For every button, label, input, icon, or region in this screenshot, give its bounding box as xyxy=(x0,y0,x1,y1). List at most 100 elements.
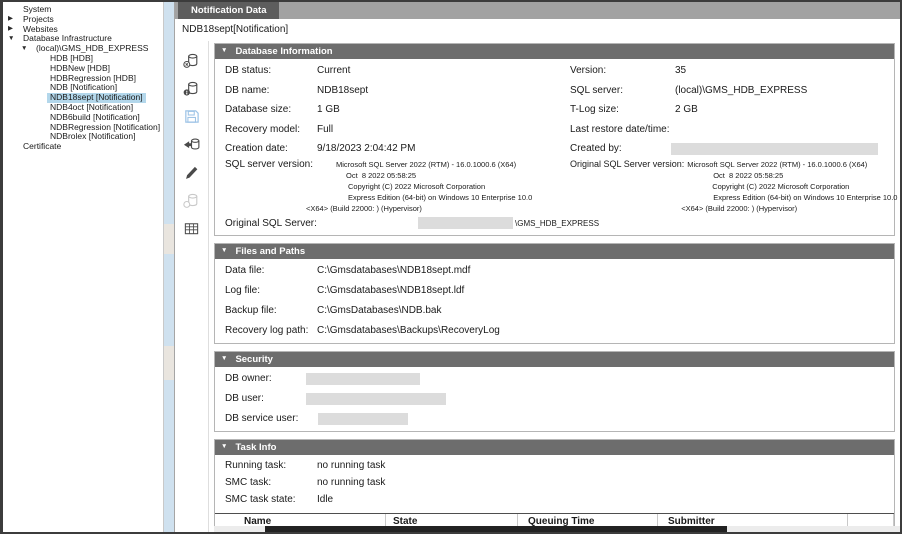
vertical-toolbar xyxy=(175,41,209,532)
files-rows: Data file:C:\Gmsdatabases\NDB18sept.mdfL… xyxy=(215,259,894,343)
version-line: Express Edition (64-bit) on Windows 10 E… xyxy=(348,192,532,203)
field-value: 9/18/2023 2:04:42 PM xyxy=(317,143,415,154)
version-line: Copyright (C) 2022 Microsoft Corporation xyxy=(348,181,532,192)
field-row: DB user: xyxy=(215,389,894,409)
section-security: ▼ Security DB owner:DB user:DB service u… xyxy=(214,351,895,432)
version-line: <X64> (Build 22000: ) (Hypervisor) xyxy=(681,203,894,214)
tab-strip: Notification Data xyxy=(175,2,900,19)
field-value: Current xyxy=(317,65,350,76)
tree-item[interactable]: Certificate xyxy=(3,142,163,152)
section-title: Task Info xyxy=(235,442,276,453)
section-header-security[interactable]: ▼ Security xyxy=(215,352,894,367)
chevron-collapsed-icon[interactable]: ▶ xyxy=(8,26,20,33)
field-value: NDB18sept xyxy=(317,85,368,96)
field-label: Recovery model: xyxy=(215,124,317,135)
field-label: Database size: xyxy=(215,104,317,115)
field-row: SMC task state:Idle xyxy=(215,491,894,508)
field-value: C:\Gmsdatabases\Backups\RecoveryLog xyxy=(317,325,500,336)
tab-notification-data[interactable]: Notification Data xyxy=(178,2,279,19)
version-line: Oct 8 2022 05:58:25 xyxy=(346,170,532,181)
section-title: Database Information xyxy=(235,46,332,57)
redacted-value xyxy=(318,413,408,425)
field-value: (local)\GMS_HDB_EXPRESS xyxy=(675,85,807,96)
field-label: Running task: xyxy=(215,460,317,471)
edit-pen-icon[interactable] xyxy=(183,164,200,181)
field-label: Log file: xyxy=(215,285,317,296)
original-sql-server-suffix: \GMS_HDB_EXPRESS xyxy=(515,219,599,228)
redacted-value xyxy=(418,217,513,229)
field-row: Log file:C:\Gmsdatabases\NDB18sept.ldf xyxy=(215,281,894,301)
horizontal-scrollbar[interactable] xyxy=(214,526,900,532)
detach-database-icon[interactable] xyxy=(183,52,200,69)
field-row: Creation date:9/18/2023 2:04:42 PM xyxy=(215,139,570,159)
field-row: Database size:1 GB xyxy=(215,100,570,120)
security-rows: DB owner:DB user:DB service user: xyxy=(215,367,894,431)
field-row: Last restore date/time: xyxy=(570,120,894,140)
field-label: DB status: xyxy=(215,65,317,76)
main-panel: Notification Data NDB18sept[Notification… xyxy=(175,2,900,532)
field-value: C:\Gmsdatabases\NDB18sept.ldf xyxy=(317,285,464,296)
field-label: Creation date: xyxy=(215,143,317,154)
section-task-info: ▼ Task Info Running task:no running task… xyxy=(214,439,895,533)
field-row: SMC task:no running task xyxy=(215,474,894,491)
section-body: DB status:CurrentDB name:NDB18septDataba… xyxy=(215,59,894,235)
chevron-expanded-icon[interactable]: ▼ xyxy=(21,46,33,53)
field-row: Created by: xyxy=(570,139,894,159)
content-area: ▼ Database Information DB status:Current… xyxy=(175,41,900,532)
field-label: SQL server version: xyxy=(215,159,317,170)
field-label: DB service user: xyxy=(215,413,317,424)
selected-object-title: NDB18sept[Notification] xyxy=(175,19,900,41)
field-value: 2 GB xyxy=(675,104,698,115)
tree-scrollbar[interactable] xyxy=(163,2,175,532)
field-row: Backup file:C:\GmsDatabases\NDB.bak xyxy=(215,301,894,321)
table-grid-icon[interactable] xyxy=(183,220,200,237)
redacted-value xyxy=(671,143,878,155)
scrollbar-mark xyxy=(164,346,174,380)
scrollbar-mark xyxy=(164,224,174,254)
chevron-expanded-icon[interactable]: ▼ xyxy=(8,36,20,43)
field-label: Last restore date/time: xyxy=(570,124,675,135)
field-label: SQL server: xyxy=(570,85,675,96)
version-line: Oct 8 2022 05:58:25 xyxy=(713,170,894,181)
collapse-arrow-icon: ▼ xyxy=(221,356,227,363)
field-row: Recovery model:Full xyxy=(215,120,570,140)
original-sql-server-version-row: Original SQL Server version: Microsoft S… xyxy=(570,159,894,214)
collapse-arrow-icon: ▼ xyxy=(221,444,227,451)
section-header-task-info[interactable]: ▼ Task Info xyxy=(215,440,894,455)
field-label: Version: xyxy=(570,65,675,76)
field-value: Idle xyxy=(317,494,333,505)
field-value: C:\GmsDatabases\NDB.bak xyxy=(317,305,442,316)
sections-container: ▼ Database Information DB status:Current… xyxy=(209,41,900,532)
collapse-arrow-icon: ▼ xyxy=(221,48,227,55)
dbinfo-right-column: Version:35 SQL server:(local)\GMS_HDB_EXP… xyxy=(570,61,894,159)
field-label: DB user: xyxy=(215,393,317,404)
field-row: Data file:C:\Gmsdatabases\NDB18sept.mdf xyxy=(215,261,894,281)
dbinfo-left-column: DB status:CurrentDB name:NDB18septDataba… xyxy=(215,61,570,159)
app-window: System▶Projects▶Websites▼Database Infras… xyxy=(0,0,902,534)
section-title: Files and Paths xyxy=(235,246,305,257)
restore-database-icon[interactable] xyxy=(183,136,200,153)
database-offline-icon xyxy=(183,192,200,209)
field-label: Backup file: xyxy=(215,305,317,316)
navigation-tree: System▶Projects▶Websites▼Database Infras… xyxy=(3,2,163,532)
section-files-and-paths: ▼ Files and Paths Data file:C:\Gmsdataba… xyxy=(214,243,895,344)
version-line: Copyright (C) 2022 Microsoft Corporation xyxy=(712,181,894,192)
field-label: SMC task: xyxy=(215,477,317,488)
chevron-collapsed-icon[interactable]: ▶ xyxy=(8,16,20,23)
database-info-icon[interactable] xyxy=(183,80,200,97)
original-sql-server-row: Original SQL Server: \GMS_HDB_EXPRESS xyxy=(215,214,894,233)
section-title: Security xyxy=(235,354,273,365)
field-row: Recovery log path:C:\Gmsdatabases\Backup… xyxy=(215,321,894,341)
section-header-files-and-paths[interactable]: ▼ Files and Paths xyxy=(215,244,894,259)
field-row: Version:35 xyxy=(570,61,894,81)
section-database-information: ▼ Database Information DB status:Current… xyxy=(214,43,895,236)
redacted-value xyxy=(306,393,446,405)
field-value: no running task xyxy=(317,460,385,471)
sql-server-version-value: Microsoft SQL Server 2022 (RTM) - 16.0.1… xyxy=(336,159,532,214)
field-value: no running task xyxy=(317,477,385,488)
collapse-arrow-icon: ▼ xyxy=(221,248,227,255)
version-line: Microsoft SQL Server 2022 (RTM) - 16.0.1… xyxy=(336,159,532,170)
field-label: T-Log size: xyxy=(570,104,675,115)
section-header-database-information[interactable]: ▼ Database Information xyxy=(215,44,894,59)
horizontal-scrollbar-thumb[interactable] xyxy=(265,526,727,532)
